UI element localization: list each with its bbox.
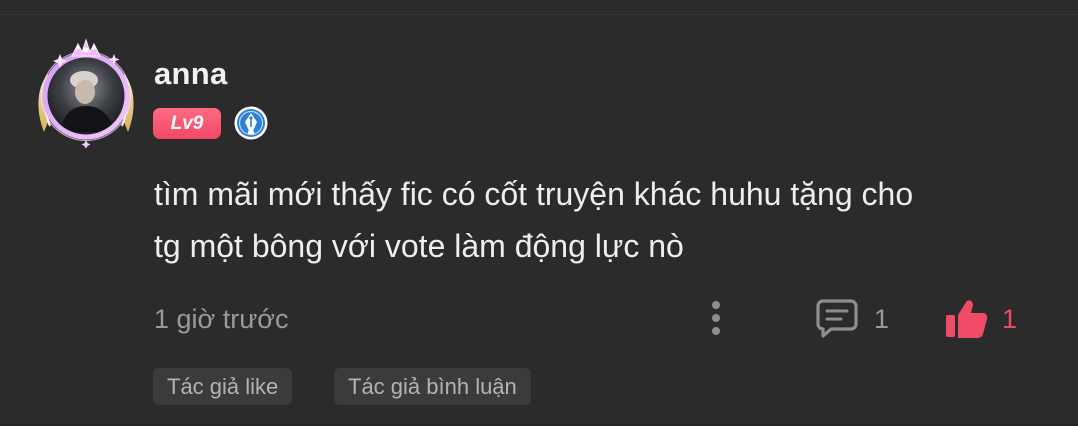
thumbs-up-icon	[946, 300, 988, 338]
like-count: 1	[1002, 304, 1018, 334]
avatar[interactable]	[30, 36, 142, 148]
comment-line: tg một bông với vote làm động lực nò	[154, 228, 684, 264]
comment-line: tìm mãi mới thấy fic có cốt truyện khác …	[154, 176, 914, 212]
author-like-tag: Tác giả like	[153, 368, 293, 405]
avatar-frame-icon	[38, 38, 134, 148]
author-comment-tag: Tác giả bình luận	[334, 368, 531, 405]
vertical-dots-icon	[712, 301, 720, 335]
top-divider	[0, 14, 1078, 15]
reply-button[interactable]: 1	[814, 296, 904, 340]
speech-bubble-icon	[816, 299, 858, 338]
comment-text: tìm mãi mới thấy fic có cốt truyện khác …	[154, 168, 1054, 272]
username[interactable]: anna	[154, 56, 228, 92]
more-options-button[interactable]	[704, 298, 728, 338]
fountain-pen-badge-icon	[233, 105, 269, 141]
reply-count: 1	[874, 304, 890, 334]
like-button[interactable]: 1	[944, 296, 1034, 342]
comment-timestamp: 1 giờ trước	[154, 304, 289, 334]
level-badge: Lv9	[153, 108, 221, 139]
